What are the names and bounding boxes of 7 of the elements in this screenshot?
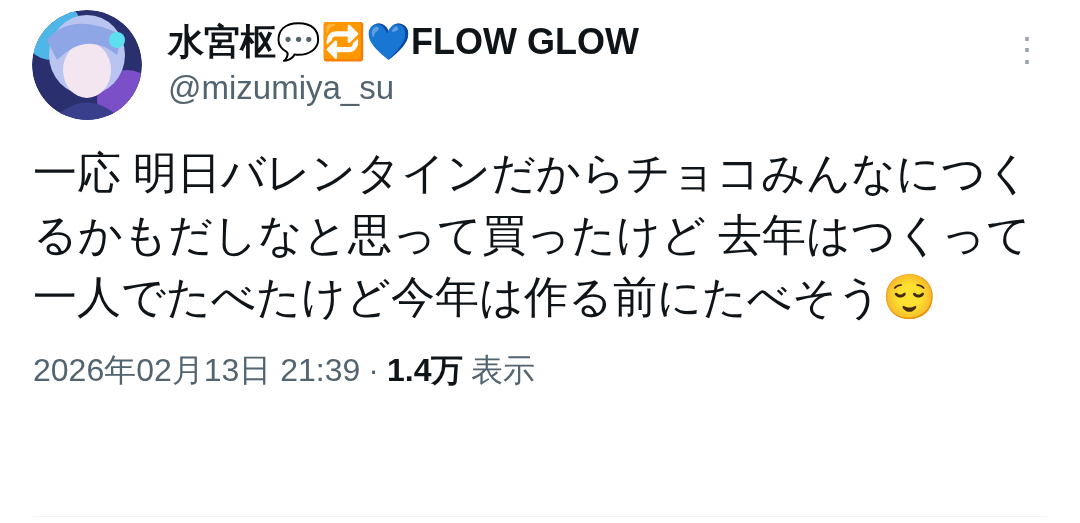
views-count: 1.4万 [387, 351, 464, 390]
author-handle[interactable]: @mizumiya_su [168, 66, 639, 110]
post-timestamp[interactable]: 2026年02月13日 21:39 [33, 346, 361, 394]
author-name[interactable]: 水宮枢💬🔁💙FLOW GLOW [168, 18, 639, 66]
separator-dot: · [368, 351, 379, 390]
views-label: 表示 [471, 351, 536, 390]
post-text: 一応 明日バレンタインだからチョコみんなにつくるかもだしなと思って買ったけど 去年はつくって一人でたべたけど今年は作る前にたべそう😌 [32, 147, 1033, 323]
